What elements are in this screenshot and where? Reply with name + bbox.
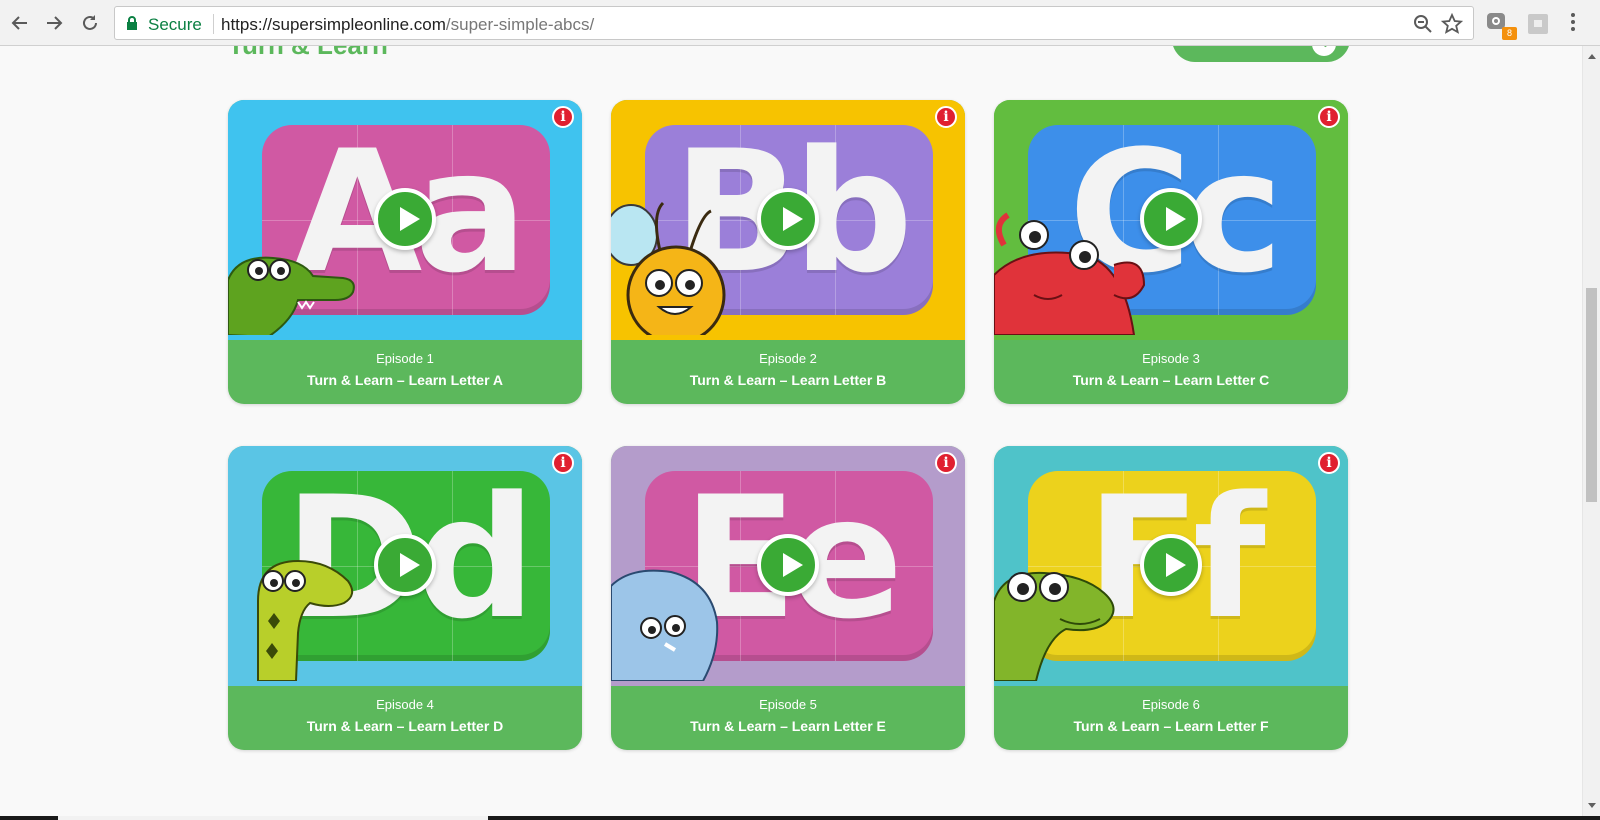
info-icon[interactable]: i: [1318, 452, 1340, 474]
episode-card[interactable]: Ff i Episode 6 Turn & Learn – Learn Lett…: [994, 446, 1348, 750]
episode-card[interactable]: Aa i Episode 1 Turn & Learn – Learn Lett…: [228, 100, 582, 404]
more-menu-icon[interactable]: [1570, 12, 1576, 32]
url-path: /super-simple-abcs/: [445, 15, 595, 34]
info-icon[interactable]: i: [552, 106, 574, 128]
episode-title[interactable]: Turn & Learn – Learn Letter E: [611, 718, 965, 734]
episode-number: Episode 4: [376, 697, 434, 712]
episode-caption[interactable]: Episode 3 Turn & Learn – Learn Letter C: [994, 340, 1348, 404]
reload-button[interactable]: [76, 9, 104, 37]
see-all-button[interactable]: ➜: [1172, 46, 1350, 62]
episode-number: Episode 3: [1142, 351, 1200, 366]
play-button[interactable]: [1140, 188, 1202, 250]
episode-number: Episode 5: [759, 697, 817, 712]
episode-title[interactable]: Turn & Learn – Learn Letter A: [228, 372, 582, 388]
bee-icon: [611, 195, 731, 340]
address-bar[interactable]: Secure https://supersimpleonline.com/sup…: [114, 6, 1474, 40]
play-icon: [1166, 553, 1186, 577]
frog-icon: [994, 561, 1124, 686]
os-taskbar-edge: [0, 816, 1600, 820]
taskbar-segment: [58, 816, 488, 820]
url-host: https://supersimpleonline.com: [221, 15, 446, 34]
zoom-out-icon[interactable]: [1413, 14, 1433, 34]
extension-badge: 8: [1502, 27, 1517, 40]
episode-thumbnail[interactable]: Bb i: [611, 100, 965, 340]
arrow-right-icon: [47, 16, 63, 30]
omnibox-divider: [213, 14, 214, 34]
url-text[interactable]: https://supersimpleonline.com/super-simp…: [221, 15, 594, 35]
scroll-thumb[interactable]: [1586, 288, 1597, 502]
play-button[interactable]: [1140, 534, 1202, 596]
episode-number: Episode 2: [759, 351, 817, 366]
episode-number: Episode 6: [1142, 697, 1200, 712]
page-content: Turn & Learn ➜ Aa i Episode 1 Turn & Lea…: [0, 46, 1582, 816]
info-icon[interactable]: i: [1318, 106, 1340, 128]
lock-icon: [127, 16, 137, 30]
bookmark-star-icon[interactable]: [1441, 13, 1463, 35]
episode-title[interactable]: Turn & Learn – Learn Letter F: [994, 718, 1348, 734]
info-icon[interactable]: i: [935, 106, 957, 128]
episode-title[interactable]: Turn & Learn – Learn Letter D: [228, 718, 582, 734]
crocodile-icon: [228, 240, 358, 340]
episode-title[interactable]: Turn & Learn – Learn Letter B: [611, 372, 965, 388]
play-button[interactable]: [757, 188, 819, 250]
play-icon: [783, 553, 803, 577]
episode-card[interactable]: Cc i Episode 3 Turn & Learn – Learn Lett…: [994, 100, 1348, 404]
info-icon[interactable]: i: [552, 452, 574, 474]
extension-2-icon[interactable]: [1528, 14, 1548, 34]
episode-card[interactable]: Bb i Episode 2 Turn & Learn – Learn Lett…: [611, 100, 965, 404]
episode-card[interactable]: Ee i Episode 5 Turn & Learn – Learn Lett…: [611, 446, 965, 750]
play-button[interactable]: [757, 534, 819, 596]
back-button[interactable]: [6, 9, 34, 37]
episode-number: Episode 1: [376, 351, 434, 366]
play-icon: [400, 553, 420, 577]
vertical-scrollbar[interactable]: [1582, 46, 1600, 816]
forward-button[interactable]: [40, 9, 68, 37]
episode-thumbnail[interactable]: Cc i: [994, 100, 1348, 340]
section-title: Turn & Learn: [228, 46, 388, 61]
episode-thumbnail[interactable]: Ee i: [611, 446, 965, 686]
episode-caption[interactable]: Episode 4 Turn & Learn – Learn Letter D: [228, 686, 582, 750]
play-icon: [400, 207, 420, 231]
episode-thumbnail[interactable]: Aa i: [228, 100, 582, 340]
episode-thumbnail[interactable]: Ff i: [994, 446, 1348, 686]
snake-icon: [228, 541, 358, 686]
elephant-icon: [611, 566, 721, 686]
episode-caption[interactable]: Episode 1 Turn & Learn – Learn Letter A: [228, 340, 582, 404]
play-icon: [783, 207, 803, 231]
crab-icon: [994, 195, 1154, 340]
episode-caption[interactable]: Episode 6 Turn & Learn – Learn Letter F: [994, 686, 1348, 750]
episode-card[interactable]: Dd i Episode 4 Turn & Learn – Learn Lett…: [228, 446, 582, 750]
scroll-down-arrow-icon[interactable]: [1588, 803, 1596, 808]
info-icon[interactable]: i: [935, 452, 957, 474]
episode-caption[interactable]: Episode 5 Turn & Learn – Learn Letter E: [611, 686, 965, 750]
play-button[interactable]: [374, 534, 436, 596]
arrow-right-circle-icon: ➜: [1312, 46, 1336, 56]
episode-title[interactable]: Turn & Learn – Learn Letter C: [994, 372, 1348, 388]
arrow-left-icon: [11, 16, 27, 30]
scroll-up-arrow-icon[interactable]: [1588, 54, 1596, 59]
play-button[interactable]: [374, 188, 436, 250]
play-icon: [1166, 207, 1186, 231]
secure-label: Secure: [148, 15, 202, 34]
episode-caption[interactable]: Episode 2 Turn & Learn – Learn Letter B: [611, 340, 965, 404]
reload-icon: [83, 15, 97, 30]
episode-thumbnail[interactable]: Dd i: [228, 446, 582, 686]
browser-toolbar: Secure https://supersimpleonline.com/sup…: [0, 0, 1600, 46]
